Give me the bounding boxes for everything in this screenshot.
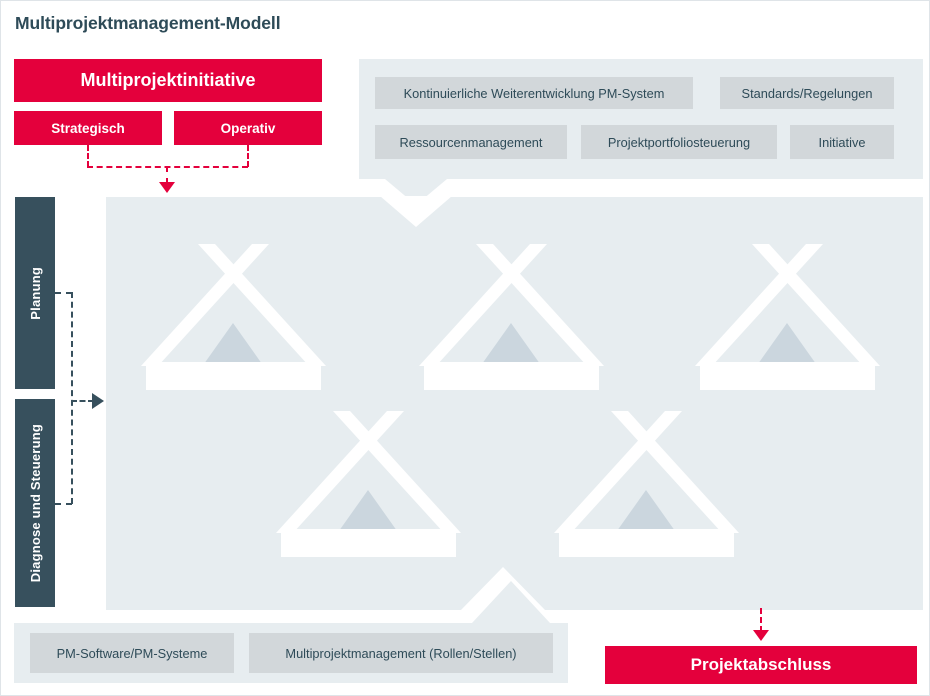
chip-initiative[interactable]: Initiative: [790, 125, 894, 159]
multiprojektinitiative-box[interactable]: Multiprojektinitiative: [14, 59, 322, 102]
projects-panel-top-notch: [380, 196, 452, 227]
connector-to-projektabschluss: [760, 608, 762, 632]
arrow-down-icon: [159, 182, 175, 193]
tent-icon: [554, 411, 739, 562]
planung-label: Planung: [27, 266, 43, 320]
connector-phases-vertical: [71, 292, 73, 504]
chip-ressourcenmanagement[interactable]: Ressourcenmanagement: [375, 125, 567, 159]
projektabschluss-box[interactable]: Projektabschluss: [605, 646, 917, 684]
chip-kontinuierliche-weiterentwicklung[interactable]: Kontinuierliche Weiterentwicklung PM-Sys…: [375, 77, 693, 109]
arrow-right-icon: [92, 393, 104, 409]
operativ-box[interactable]: Operativ: [174, 111, 322, 145]
tent-icon: [276, 411, 461, 562]
chip-pm-software-pm-systeme[interactable]: PM-Software/PM-Systeme: [30, 633, 234, 673]
chip-standards-regelungen[interactable]: Standards/Regelungen: [720, 77, 894, 109]
tent-icon: [419, 244, 604, 395]
connector-diagnose-out: [55, 503, 72, 505]
connector-planung-out: [55, 292, 72, 294]
support-panel-chevron: [472, 581, 550, 623]
diagnose-und-steuerung-label: Diagnose und Steuerung: [27, 423, 43, 583]
planung-box[interactable]: Planung: [15, 197, 55, 389]
page-title: Multiprojektmanagement-Modell: [15, 13, 281, 33]
connector-phases-to-projects: [71, 400, 94, 402]
connector-strategisch-down: [87, 145, 89, 167]
connector-operativ-down: [247, 145, 249, 167]
tent-icon: [695, 244, 880, 395]
diagnose-und-steuerung-box[interactable]: Diagnose und Steuerung: [15, 399, 55, 607]
diagram-canvas: Multiprojektmanagement-Modell Kontinuier…: [0, 0, 930, 696]
chip-multiprojektmanagement-rollen-stellen[interactable]: Multiprojektmanagement (Rollen/Stellen): [249, 633, 553, 673]
arrow-down-icon: [753, 630, 769, 641]
chip-projektportfoliosteuerung[interactable]: Projektportfoliosteuerung: [581, 125, 777, 159]
tent-icon: [141, 244, 326, 395]
strategisch-box[interactable]: Strategisch: [14, 111, 162, 145]
